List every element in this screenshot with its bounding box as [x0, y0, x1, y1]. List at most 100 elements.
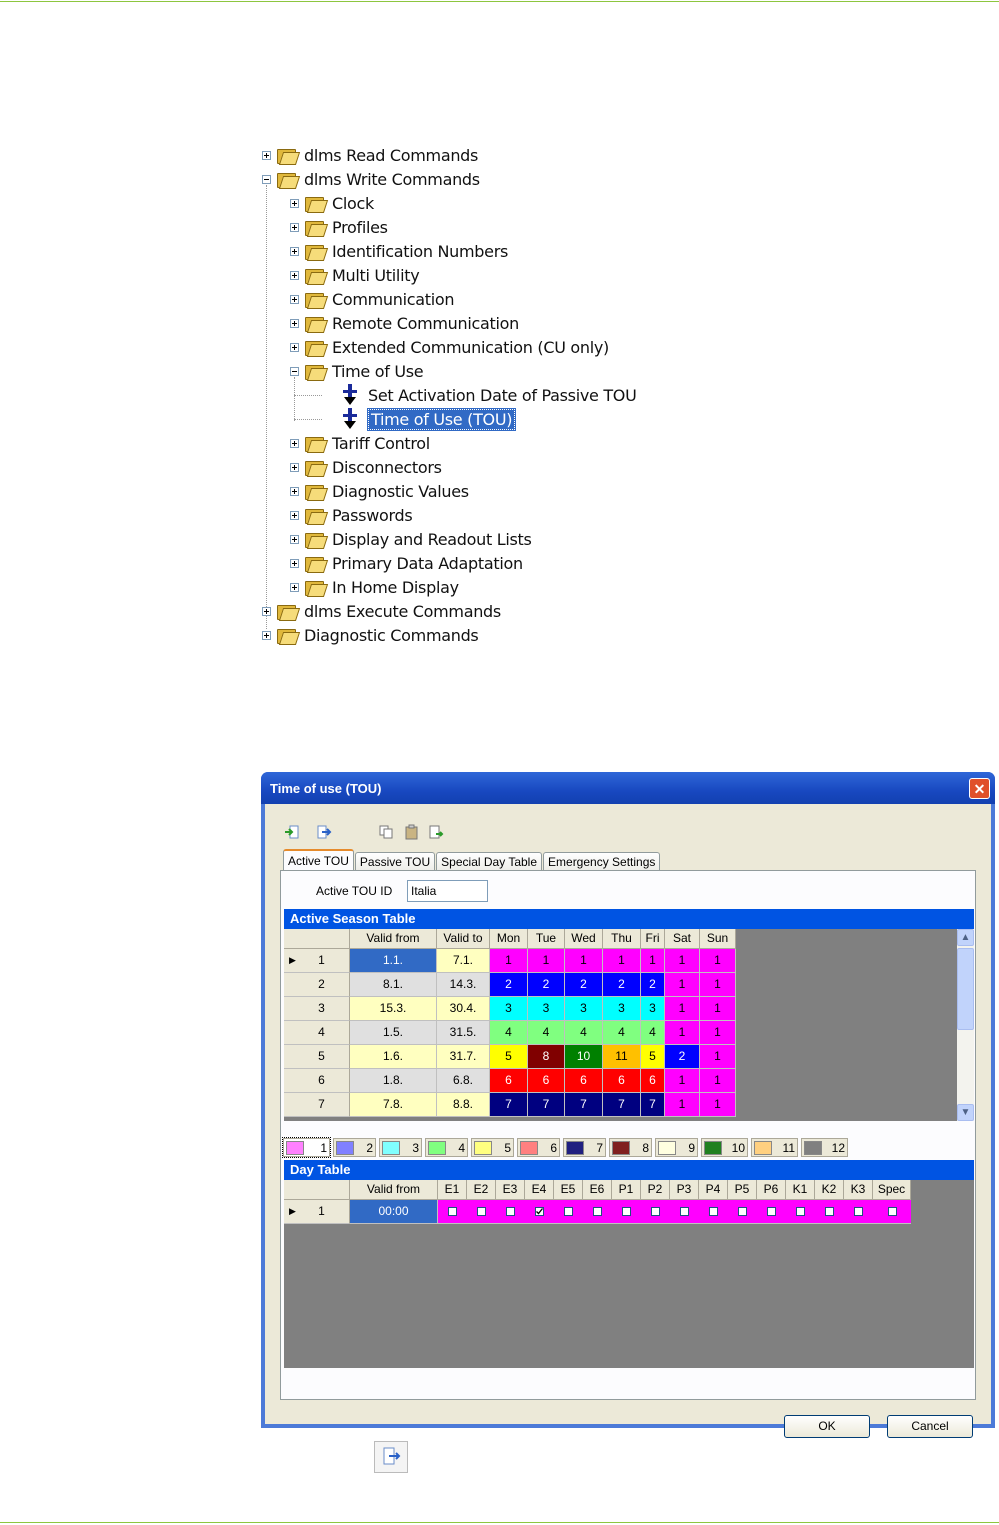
tariff-checkbox-cell[interactable]	[583, 1200, 612, 1224]
import-icon[interactable]	[284, 824, 300, 840]
checkbox-unchecked[interactable]	[825, 1207, 834, 1217]
day-profile-cell[interactable]: 1	[700, 949, 736, 973]
day-profile-cell[interactable]: 3	[641, 997, 665, 1021]
tree-item[interactable]: Set Activation Date of Passive TOU	[340, 383, 637, 407]
day-profile-cell[interactable]: 4	[528, 1021, 565, 1045]
day-profile-cell[interactable]: 1	[665, 1021, 700, 1045]
day-profile-button[interactable]: 11	[751, 1138, 798, 1157]
day-profile-cell[interactable]: 1	[665, 1093, 700, 1117]
day-profile-cell[interactable]: 5	[641, 1045, 665, 1069]
tree-item[interactable]: Remote Communication	[290, 311, 519, 335]
expand-icon[interactable]	[290, 438, 299, 448]
day-profile-button[interactable]: 2	[333, 1138, 376, 1157]
expand-icon[interactable]	[290, 342, 299, 352]
tree-item[interactable]: dlms Execute Commands	[262, 599, 501, 623]
copy-icon[interactable]	[378, 824, 394, 840]
column-header[interactable]: Fri	[641, 929, 665, 949]
tree-item[interactable]: Disconnectors	[290, 455, 442, 479]
tariff-checkbox-cell[interactable]	[815, 1200, 844, 1224]
column-header[interactable]: Thu	[603, 929, 641, 949]
day-profile-button[interactable]: 3	[379, 1138, 422, 1157]
expand-icon[interactable]	[262, 630, 271, 640]
column-header[interactable]: K3	[844, 1180, 873, 1200]
day-profile-cell[interactable]: 2	[528, 973, 565, 997]
checkbox-unchecked[interactable]	[767, 1207, 776, 1217]
tariff-checkbox-cell[interactable]	[670, 1200, 699, 1224]
tariff-checkbox-cell[interactable]	[786, 1200, 815, 1224]
column-header[interactable]: P4	[699, 1180, 728, 1200]
tree-item[interactable]: dlms Write Commands	[262, 167, 480, 191]
valid-from-cell[interactable]: 1.5.	[350, 1021, 437, 1045]
column-header[interactable]: P1	[612, 1180, 641, 1200]
valid-from-cell[interactable]: 00:00	[350, 1200, 438, 1224]
valid-to-cell[interactable]: 14.3.	[437, 973, 490, 997]
valid-from-cell[interactable]: 7.8.	[350, 1093, 437, 1117]
day-profile-cell[interactable]: 3	[490, 997, 528, 1021]
day-profile-cell[interactable]: 6	[565, 1069, 603, 1093]
column-header[interactable]: Mon	[490, 929, 528, 949]
column-header[interactable]: Valid from	[350, 929, 437, 949]
tariff-checkbox-cell[interactable]	[757, 1200, 786, 1224]
tariff-checkbox-cell[interactable]	[554, 1200, 583, 1224]
checkbox-checked[interactable]	[535, 1207, 544, 1217]
column-header[interactable]: E3	[496, 1180, 525, 1200]
tree-item[interactable]: Diagnostic Values	[290, 479, 469, 503]
valid-from-cell[interactable]: 1.1.	[350, 949, 437, 973]
valid-to-cell[interactable]: 31.5.	[437, 1021, 490, 1045]
tariff-checkbox-cell[interactable]	[438, 1200, 467, 1224]
column-header[interactable]: Valid to	[437, 929, 490, 949]
checkbox-unchecked[interactable]	[854, 1207, 863, 1217]
day-profile-cell[interactable]: 1	[700, 1069, 736, 1093]
day-profile-button[interactable]: 9	[655, 1138, 698, 1157]
valid-to-cell[interactable]: 7.1.	[437, 949, 490, 973]
day-profile-cell[interactable]: 3	[528, 997, 565, 1021]
day-profile-cell[interactable]: 10	[565, 1045, 603, 1069]
expand-icon[interactable]	[290, 318, 299, 328]
paste-special-icon[interactable]	[428, 824, 444, 840]
checkbox-unchecked[interactable]	[738, 1207, 747, 1217]
expand-icon[interactable]	[290, 222, 299, 232]
tree-item[interactable]: Primary Data Adaptation	[290, 551, 523, 575]
checkbox-unchecked[interactable]	[887, 1207, 897, 1217]
expand-icon[interactable]	[290, 510, 299, 520]
table-row-header[interactable]: ▶ 1	[284, 949, 350, 973]
table-row-header[interactable]: ▶ 1	[284, 1200, 350, 1224]
collapse-icon[interactable]	[262, 174, 271, 184]
valid-from-cell[interactable]: 1.8.	[350, 1069, 437, 1093]
day-profile-cell[interactable]: 1	[565, 949, 603, 973]
expand-icon[interactable]	[290, 486, 299, 496]
column-header[interactable]: Wed	[565, 929, 603, 949]
paste-icon[interactable]	[404, 824, 420, 840]
checkbox-unchecked[interactable]	[477, 1207, 486, 1217]
tab-passive-tou[interactable]: Passive TOU	[354, 852, 436, 872]
valid-from-cell[interactable]: 15.3.	[350, 997, 437, 1021]
dialog-titlebar[interactable]: Time of use (TOU) ✕	[261, 772, 995, 804]
day-profile-button[interactable]: 1	[282, 1137, 331, 1158]
tree-item[interactable]: Diagnostic Commands	[262, 623, 479, 647]
tree-item[interactable]: Communication	[290, 287, 455, 311]
day-profile-button[interactable]: 12	[801, 1138, 848, 1157]
tariff-checkbox-cell[interactable]	[728, 1200, 757, 1224]
column-header[interactable]: E6	[583, 1180, 612, 1200]
tree-item[interactable]: Identification Numbers	[290, 239, 508, 263]
day-profile-cell[interactable]: 1	[641, 949, 665, 973]
tree-item[interactable]: Clock	[290, 191, 374, 215]
expand-icon[interactable]	[290, 462, 299, 472]
tree-item[interactable]: Time of Use (TOU)	[340, 407, 517, 431]
tariff-checkbox-cell[interactable]	[844, 1200, 873, 1224]
day-profile-button[interactable]: 10	[701, 1138, 748, 1157]
day-profile-cell[interactable]: 7	[641, 1093, 665, 1117]
tariff-checkbox-cell[interactable]	[467, 1200, 496, 1224]
day-profile-cell[interactable]: 1	[700, 1045, 736, 1069]
tree-item[interactable]: Time of Use	[290, 359, 424, 383]
day-profile-cell[interactable]: 2	[490, 973, 528, 997]
checkbox-unchecked[interactable]	[622, 1207, 631, 1217]
valid-to-cell[interactable]: 8.8.	[437, 1093, 490, 1117]
column-header[interactable]: P5	[728, 1180, 757, 1200]
tree-item[interactable]: Multi Utility	[290, 263, 420, 287]
table-row-header[interactable]: 2	[284, 973, 350, 997]
day-profile-cell[interactable]: 2	[665, 1045, 700, 1069]
day-profile-button[interactable]: 7	[563, 1138, 606, 1157]
tariff-checkbox-cell[interactable]	[699, 1200, 728, 1224]
column-header[interactable]: Tue	[528, 929, 565, 949]
